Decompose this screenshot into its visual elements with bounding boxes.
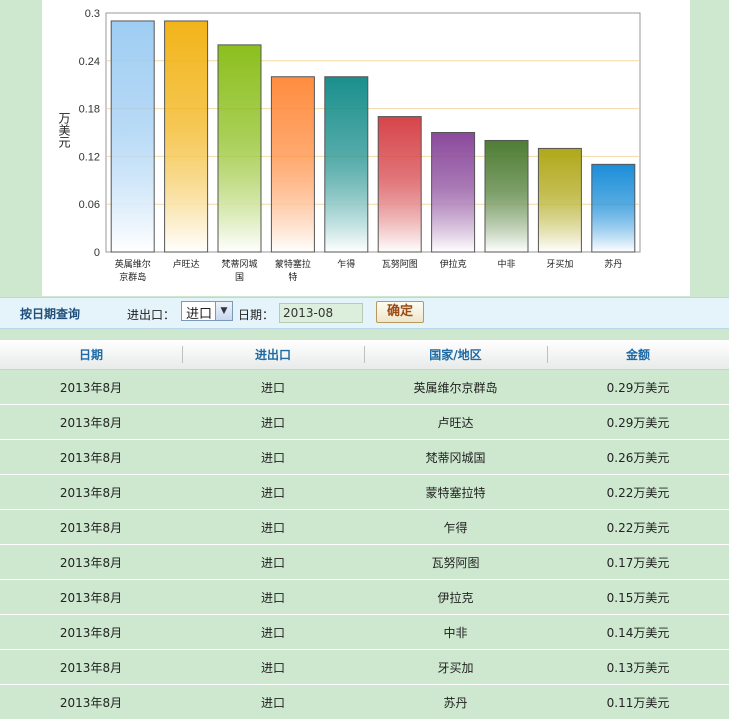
cell-date: 2013年8月 [0,544,182,580]
table-row: 2013年8月 进口 伊拉克 0.15万美元 [0,579,729,615]
cell-import-export: 进口 [182,404,364,440]
bar[interactable] [110,20,155,253]
x-tick-label: 伊拉克 [440,258,467,270]
bar[interactable] [431,132,476,253]
cell-country: 苏丹 [364,684,547,720]
x-tick-label: 特 [288,271,297,283]
column-header-country[interactable]: 国家/地区 [364,340,547,370]
table-row: 2013年8月 进口 中非 0.14万美元 [0,614,729,650]
cell-country: 英属维尔京群岛 [364,369,547,405]
cell-import-export: 进口 [182,579,364,615]
cell-date: 2013年8月 [0,649,182,685]
y-tick-label: 0 [94,247,100,259]
cell-import-export: 进口 [182,614,364,650]
bar[interactable] [270,76,315,253]
table-row: 2013年8月 进口 蒙特塞拉特 0.22万美元 [0,474,729,510]
y-tick-label: 0.3 [85,8,100,20]
cell-country: 牙买加 [364,649,547,685]
table-header-row: 日期 进出口 国家/地区 金额 [0,340,729,370]
cell-country: 乍得 [364,509,547,545]
cell-date: 2013年8月 [0,439,182,475]
chart-panel: 0 0.06 0.12 0.18 0.24 0.3 英属维尔 京群岛 卢旺达 梵蒂冈城国 蒙特塞拉特… [42,0,690,296]
x-tick-label: 蒙特塞拉 [275,258,311,270]
x-tick-label: 中非 [497,258,515,270]
cell-country: 梵蒂冈城国 [364,439,547,475]
cell-amount: 0.26万美元 [547,439,729,475]
table-row: 2013年8月 进口 英属维尔京群岛 0.29万美元 [0,369,729,405]
cell-amount: 0.13万美元 [547,649,729,685]
bar[interactable] [217,44,262,253]
cell-import-export: 进口 [182,369,364,405]
y-tick-label: 0.06 [79,199,100,211]
cell-country: 卢旺达 [364,404,547,440]
x-tick-label: 英属维尔 [115,258,151,270]
table-row: 2013年8月 进口 卢旺达 0.29万美元 [0,404,729,440]
x-tick-label: 京群岛 [119,271,146,283]
import-export-value: 进口 [186,307,213,322]
cell-amount: 0.14万美元 [547,614,729,650]
column-header-import-export[interactable]: 进出口 [182,340,364,370]
bar[interactable] [377,116,422,253]
cell-country: 中非 [364,614,547,650]
table-row: 2013年8月 进口 梵蒂冈城国 0.26万美元 [0,439,729,475]
cell-import-export: 进口 [182,439,364,475]
x-tick-label: 乍得 [337,258,355,270]
cell-amount: 0.22万美元 [547,509,729,545]
bar-chart: 0 0.06 0.12 0.18 0.24 0.3 英属维尔京群岛 卢旺达 梵蒂冈城国 蒙特塞拉特… [57,8,641,283]
date-label: 日期： [238,308,275,322]
x-tick-label: 梵蒂冈城 [221,258,257,270]
x-tick-label: 牙买加 [546,259,573,270]
table-row: 2013年8月 进口 乍得 0.22万美元 [0,509,729,545]
x-tick-label: 国 [235,272,244,283]
cell-import-export: 进口 [182,684,364,720]
table-row: 2013年8月 进口 苏丹 0.11万美元 [0,684,729,720]
cell-date: 2013年8月 [0,579,182,615]
data-table: 日期 进出口 国家/地区 金额 2013年8月 进口 英属维尔京群岛 0.29万美元 2… [0,340,729,720]
cell-date: 2013年8月 [0,474,182,510]
cell-date: 2013年8月 [0,369,182,405]
cell-import-export: 进口 [182,474,364,510]
cell-import-export: 进口 [182,509,364,545]
cell-country: 瓦努阿图 [364,544,547,580]
date-query-bar: 按日期查询 进出口： 进口 ▼ 日期： 2013-08 确定 [0,297,729,329]
table-row: 2013年8月 进口 牙买加 0.13万美元 [0,649,729,685]
cell-amount: 0.11万美元 [547,684,729,720]
cell-import-export: 进口 [182,544,364,580]
column-header-date[interactable]: 日期 [0,340,182,370]
table-row: 2013年8月 进口 瓦努阿图 0.17万美元 [0,544,729,580]
query-title: 按日期查询 [20,307,81,321]
cell-import-export: 进口 [182,649,364,685]
import-export-label: 进出口： [127,308,176,322]
y-tick-label: 0.18 [79,104,100,116]
confirm-button[interactable]: 确定 [376,301,424,323]
x-tick-label: 卢旺达 [173,258,200,270]
cell-date: 2013年8月 [0,684,182,720]
cell-amount: 0.15万美元 [547,579,729,615]
y-axis-title: 万美元 [57,112,71,149]
cell-country: 蒙特塞拉特 [364,474,547,510]
x-tick-label: 苏丹 [604,258,622,270]
cell-date: 2013年8月 [0,509,182,545]
cell-amount: 0.22万美元 [547,474,729,510]
bar[interactable] [164,20,209,253]
date-input[interactable]: 2013-08 [279,303,363,323]
chevron-down-icon[interactable]: ▼ [215,302,232,320]
bar[interactable] [484,139,529,253]
cell-date: 2013年8月 [0,404,182,440]
cell-date: 2013年8月 [0,614,182,650]
bar[interactable] [324,76,369,253]
bar[interactable] [537,147,582,253]
cell-amount: 0.17万美元 [547,544,729,580]
column-header-amount[interactable]: 金额 [547,340,729,370]
cell-amount: 0.29万美元 [547,404,729,440]
x-tick-label: 瓦努阿图 [382,258,418,270]
y-tick-label: 0.12 [79,151,100,163]
cell-country: 伊拉克 [364,579,547,615]
cell-amount: 0.29万美元 [547,369,729,405]
import-export-select[interactable]: 进口 ▼ [181,301,233,322]
y-tick-label: 0.24 [79,56,100,68]
bar[interactable] [591,163,636,253]
